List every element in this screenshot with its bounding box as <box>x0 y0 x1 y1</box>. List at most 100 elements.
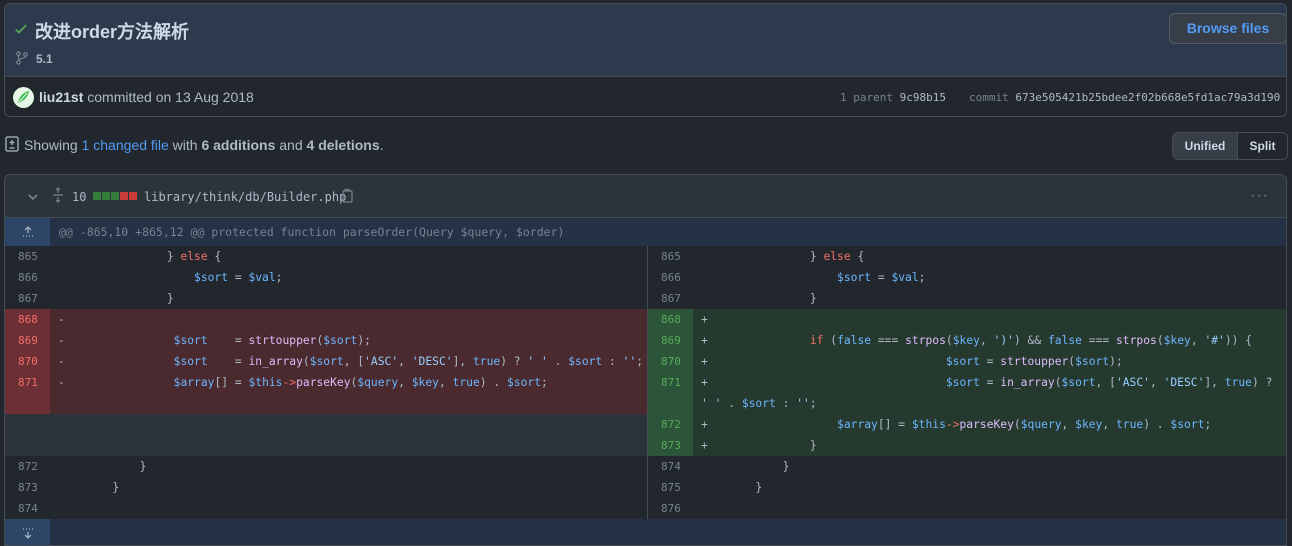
diffstat-add-block <box>102 192 110 200</box>
avatar[interactable] <box>13 87 34 108</box>
code-text: } <box>58 481 120 494</box>
diffstat-del-block <box>129 192 137 200</box>
line-number[interactable]: 870 <box>648 351 693 372</box>
parent-sha-link[interactable]: 9c98b15 <box>900 91 946 104</box>
code-text: } <box>701 292 817 305</box>
line-number[interactable]: 874 <box>648 456 693 477</box>
file-diff: 10 library/think/db/Builder.php ··· @@ -… <box>4 174 1287 546</box>
summary-showing: Showing <box>24 137 82 153</box>
summary-and: and <box>275 137 307 153</box>
line-number[interactable]: 875 <box>648 477 693 498</box>
unified-view-button[interactable]: Unified <box>1173 133 1238 159</box>
code-text: - $sort = strtoupper($sort); <box>58 334 371 347</box>
line-number[interactable]: 866 <box>648 267 693 288</box>
line-number[interactable] <box>5 393 50 414</box>
line-number[interactable]: 873 <box>648 435 693 456</box>
split-view-button[interactable]: Split <box>1238 133 1287 159</box>
code-text: + <box>701 313 708 326</box>
line-number[interactable]: 871 <box>648 372 693 393</box>
diffstat-del-block <box>120 192 128 200</box>
changed-files-link[interactable]: 1 changed file <box>82 137 169 153</box>
code-text: } <box>58 460 147 473</box>
line-number[interactable]: 874 <box>5 498 50 519</box>
line-number[interactable]: 876 <box>648 498 693 519</box>
expand-down-icon <box>23 528 33 539</box>
line-number[interactable]: 865 <box>5 246 50 267</box>
hunk-header-text: @@ -865,10 +865,12 @@ protected function… <box>59 225 565 239</box>
line-number[interactable]: 872 <box>648 414 693 435</box>
commit-title: 改进order方法解析 <box>35 22 190 42</box>
diff-view-toggle: Unified Split <box>1172 132 1288 160</box>
line-number[interactable]: 869 <box>5 330 50 351</box>
code-text: } else { <box>701 250 865 263</box>
file-header: 10 library/think/db/Builder.php ··· <box>5 175 1286 218</box>
line-number[interactable]: 868 <box>5 309 50 330</box>
branch-name[interactable]: 5.1 <box>36 52 53 66</box>
code-text: + $sort = strtoupper($sort); <box>701 355 1123 368</box>
code-text: - <box>58 313 65 326</box>
avatar-leaf-icon <box>13 87 34 108</box>
line-number[interactable]: 867 <box>5 288 50 309</box>
branch-icon <box>16 51 28 65</box>
commit-header: 改进order方法解析 5.1 Browse files liu21st com… <box>4 3 1287 117</box>
author-name[interactable]: liu21st <box>39 89 83 105</box>
diffstat-blocks <box>93 192 137 200</box>
additions-count: 6 additions <box>201 137 276 153</box>
line-number[interactable] <box>5 414 50 435</box>
commit-sha: 673e505421b25bdee2f02b668e5fd1ac79a3d190 <box>1015 91 1281 104</box>
browse-files-button[interactable]: Browse files <box>1169 13 1286 44</box>
diff-line <box>648 309 1286 330</box>
code-text: + } <box>701 439 817 452</box>
deletions-count: 4 deletions <box>306 137 380 153</box>
code-text: + $array[] = $this->parseKey($query, $ke… <box>701 418 1212 431</box>
left-diff-pane: 865 } else { 866 $sort = $val; 867 } 868-86… <box>5 246 647 519</box>
line-number[interactable]: 866 <box>5 267 50 288</box>
file-diff-icon <box>5 136 19 152</box>
diff-line <box>5 498 647 519</box>
copy-icon[interactable] <box>340 188 354 204</box>
diff-line <box>5 309 647 330</box>
diff-summary: Showing 1 changed file with 6 additions … <box>24 137 384 153</box>
code-text: - $array[] = $this->parseKey($query, $ke… <box>58 376 548 389</box>
commit-title-bar: 改进order方法解析 5.1 Browse files <box>5 4 1286 76</box>
hunk-footer <box>5 519 1286 545</box>
summary-with: with <box>168 137 202 153</box>
code-text: + if (false === strpos($key, ')') && fal… <box>701 334 1253 347</box>
line-number[interactable]: 869 <box>648 330 693 351</box>
line-number[interactable]: 865 <box>648 246 693 267</box>
code-text: } <box>58 292 174 305</box>
expand-all-icon[interactable] <box>51 187 65 203</box>
commit-sha-info: commit 673e505421b25bdee2f02b668e5fd1ac7… <box>969 91 1280 104</box>
line-number[interactable]: 871 <box>5 372 50 393</box>
line-number[interactable] <box>648 393 693 414</box>
committed-date: committed on 13 Aug 2018 <box>87 89 254 105</box>
diff-line <box>5 435 647 456</box>
parent-info: 1 parent 9c98b15 <box>840 91 946 104</box>
line-number[interactable]: 873 <box>5 477 50 498</box>
expand-up-icon <box>23 226 33 237</box>
line-number[interactable]: 872 <box>5 456 50 477</box>
right-diff-pane: 865 } else { 866 $sort = $val; 867 } 868 +86… <box>647 246 1286 519</box>
line-number[interactable]: 868 <box>648 309 693 330</box>
line-number[interactable]: 867 <box>648 288 693 309</box>
code-text: } <box>701 481 763 494</box>
code-text: ' ' . $sort : ''; <box>701 397 817 410</box>
code-text: } else { <box>58 250 222 263</box>
diff-line <box>648 498 1286 519</box>
summary-period: . <box>379 137 384 153</box>
diff-line <box>5 414 647 435</box>
more-options-icon[interactable]: ··· <box>1250 187 1269 205</box>
line-number[interactable] <box>5 435 50 456</box>
line-number[interactable]: 870 <box>5 351 50 372</box>
commit-meta-bar: liu21st committed on 13 Aug 2018 1 paren… <box>5 76 1286 116</box>
commit-label: commit <box>969 91 1009 104</box>
check-icon <box>15 24 27 34</box>
change-count: 10 <box>72 190 87 204</box>
expand-up-button[interactable] <box>5 218 50 246</box>
expand-down-button[interactable] <box>5 519 50 545</box>
code-text: $sort = $val; <box>194 271 283 284</box>
diff-line <box>5 393 647 414</box>
code-text: $sort = $val; <box>837 271 926 284</box>
chevron-down-icon[interactable] <box>27 191 39 203</box>
file-name-link[interactable]: library/think/db/Builder.php <box>144 190 346 204</box>
